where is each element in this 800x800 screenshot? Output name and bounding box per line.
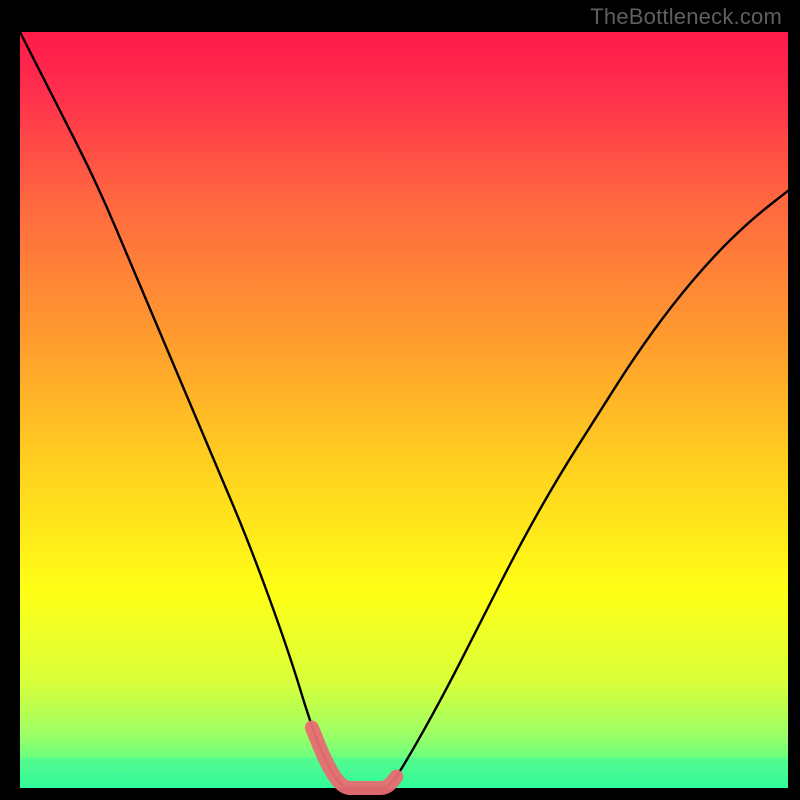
bottleneck-chart (0, 0, 800, 800)
chart-frame: TheBottleneck.com (0, 0, 800, 800)
plot-area (20, 32, 788, 788)
